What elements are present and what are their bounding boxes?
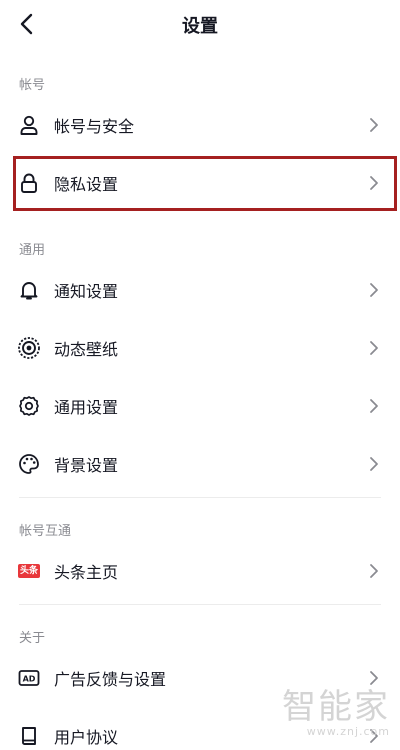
ad-icon: AD — [17, 666, 41, 690]
row-label: 背景设置 — [54, 456, 119, 475]
chevron-right-icon — [368, 398, 380, 414]
divider — [19, 604, 381, 605]
row-label: 用户协议 — [54, 728, 119, 747]
chevron-right-icon — [368, 282, 380, 298]
user-icon — [17, 113, 41, 137]
toutiao-icon: 头条 — [17, 559, 41, 583]
wallpaper-icon — [17, 336, 41, 360]
watermark-text: 智能家 — [282, 687, 390, 727]
bell-icon — [17, 278, 41, 302]
row-live-wallpaper[interactable]: 动态壁纸 — [0, 323, 400, 373]
chevron-right-icon — [368, 340, 380, 356]
chevron-right-icon — [368, 670, 380, 686]
chevron-right-icon — [368, 563, 380, 579]
row-label: 广告反馈与设置 — [54, 670, 167, 689]
header: 设置 — [0, 0, 400, 48]
row-label: 动态壁纸 — [54, 340, 119, 359]
page-title: 设置 — [182, 16, 218, 37]
ad-icon-text: AD — [23, 674, 36, 683]
row-label: 帐号与安全 — [54, 117, 135, 136]
chevron-right-icon — [368, 117, 380, 133]
row-label: 头条主页 — [54, 563, 119, 582]
row-background-settings[interactable]: 背景设置 — [0, 439, 400, 489]
row-toutiao-homepage[interactable]: 头条 头条主页 — [0, 546, 400, 596]
row-notification-settings[interactable]: 通知设置 — [0, 265, 400, 315]
divider — [19, 497, 381, 498]
row-general-settings[interactable]: 通用设置 — [0, 381, 400, 431]
row-account-security[interactable]: 帐号与安全 — [0, 100, 400, 150]
section-label-account: 帐号 — [19, 78, 46, 93]
toutiao-icon-text: 头条 — [18, 564, 40, 578]
gear-icon — [17, 394, 41, 418]
watermark: 智能家 www.znj.com — [282, 689, 390, 738]
section-label-general: 通用 — [19, 243, 46, 258]
chevron-right-icon — [368, 456, 380, 472]
row-label: 通用设置 — [54, 398, 119, 417]
highlight-box — [13, 156, 397, 211]
row-label: 通知设置 — [54, 282, 119, 301]
section-label-about: 关于 — [19, 631, 46, 646]
book-icon — [17, 724, 41, 748]
section-label-account-interop: 帐号互通 — [19, 524, 72, 539]
palette-icon — [17, 452, 41, 476]
